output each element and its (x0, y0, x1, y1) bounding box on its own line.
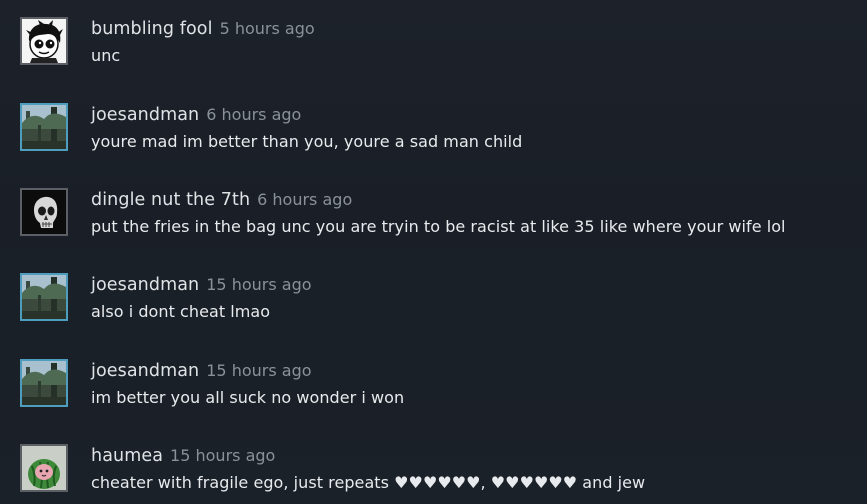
user-avatar[interactable] (20, 444, 68, 492)
comment-timestamp: 15 hours ago (206, 361, 312, 380)
comment-header: joesandman 6 hours ago (91, 105, 301, 125)
author-name[interactable]: bumbling fool (91, 19, 213, 39)
forest-scene-avatar-icon (22, 275, 66, 319)
comment-item: bumbling fool 5 hours ago unc (0, 17, 867, 77)
comment-text: unc (91, 46, 121, 65)
comment-timestamp: 6 hours ago (206, 105, 302, 124)
comment-item: haumea 15 hours ago cheater with fragile … (0, 444, 867, 504)
author-name[interactable]: joesandman (91, 275, 199, 295)
comment-text: cheater with fragile ego, just repeats ♥… (91, 473, 646, 492)
comment-timestamp: 6 hours ago (257, 190, 353, 209)
cartoon-kid-avatar-icon (22, 19, 66, 63)
comment-thread: bumbling fool 5 hours ago unc joesandman 6… (0, 0, 867, 503)
user-avatar[interactable] (20, 103, 68, 151)
comment-text: im better you all suck no wonder i won (91, 388, 405, 407)
user-avatar[interactable] (20, 359, 68, 407)
user-avatar[interactable] (20, 17, 68, 65)
comment-text: put the fries in the bag unc you are try… (91, 217, 786, 236)
watermelon-cat-avatar-icon (22, 446, 66, 490)
user-avatar[interactable] (20, 273, 68, 321)
comment-item: joesandman 6 hours ago youre mad im bette… (0, 103, 867, 163)
author-name[interactable]: dingle nut the 7th (91, 190, 250, 210)
comment-header: haumea 15 hours ago (91, 446, 275, 466)
skull-avatar-icon (22, 190, 66, 234)
user-avatar[interactable] (20, 188, 68, 236)
author-name[interactable]: haumea (91, 446, 163, 466)
comment-text: also i dont cheat lmao (91, 302, 271, 321)
comment-item: dingle nut the 7th 6 hours ago put the fr… (0, 188, 867, 248)
comment-item: joesandman 15 hours ago also i dont cheat… (0, 273, 867, 333)
comment-timestamp: 15 hours ago (170, 446, 276, 465)
comment-text: youre mad im better than you, youre a sa… (91, 132, 523, 151)
comment-header: bumbling fool 5 hours ago (91, 19, 315, 39)
comment-header: dingle nut the 7th 6 hours ago (91, 190, 352, 210)
forest-scene-avatar-icon (22, 105, 66, 149)
author-name[interactable]: joesandman (91, 105, 199, 125)
comment-item: joesandman 15 hours ago im better you all… (0, 359, 867, 419)
forest-scene-avatar-icon (22, 361, 66, 405)
comment-timestamp: 15 hours ago (206, 275, 312, 294)
author-name[interactable]: joesandman (91, 361, 199, 381)
comment-header: joesandman 15 hours ago (91, 361, 312, 381)
comment-timestamp: 5 hours ago (219, 19, 315, 38)
comment-header: joesandman 15 hours ago (91, 275, 312, 295)
